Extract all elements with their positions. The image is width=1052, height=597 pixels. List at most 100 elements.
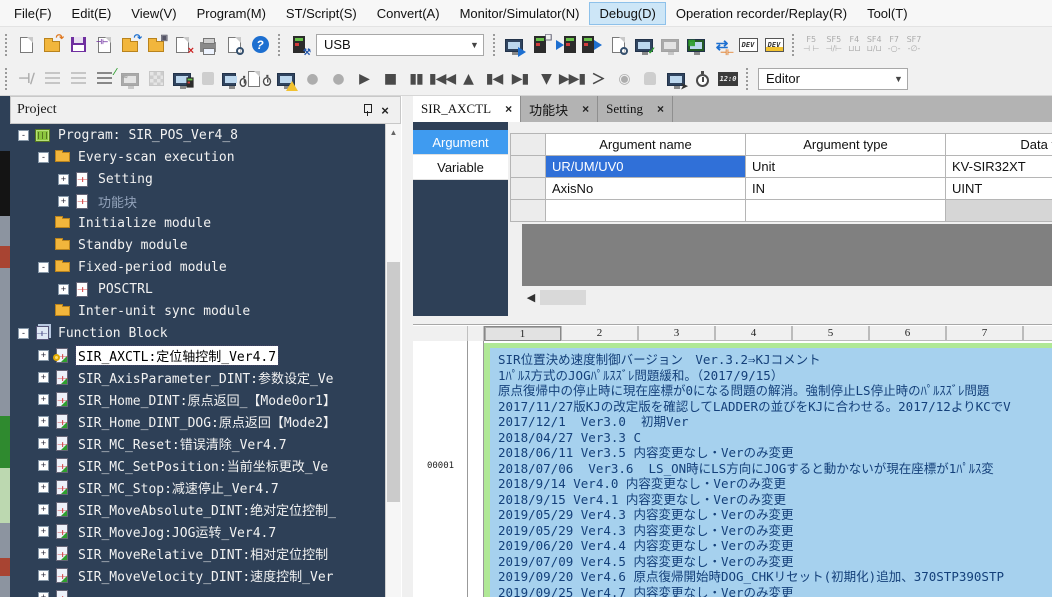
device-all-window-icon[interactable]: DEV: [762, 33, 786, 57]
tree-item[interactable]: +SIR_MC_Reset:错误清除_Ver4.7: [10, 432, 401, 454]
draw-line-icon[interactable]: ⊣∕: [14, 67, 38, 91]
expander-icon[interactable]: +: [38, 548, 49, 559]
tree-item[interactable]: +SIR_MC_Stop:减速停止_Ver4.7: [10, 476, 401, 498]
tree-item[interactable]: +SIR_MoveJog:JOG运转_Ver4.7: [10, 520, 401, 542]
editor-mode-select[interactable]: Editor▼: [758, 68, 908, 90]
step-up-icon[interactable]: ▲: [456, 67, 480, 91]
step-back-icon[interactable]: ▮◀: [482, 67, 506, 91]
menu-item-operation-recorder-replay-r-[interactable]: Operation recorder/Replay(R): [666, 2, 857, 25]
row-selector[interactable]: [510, 156, 546, 178]
expander-icon[interactable]: -: [18, 130, 29, 141]
table-cell[interactable]: UR/UM/UV0: [546, 156, 746, 178]
tree-item[interactable]: +SIR_Home_DINT:原点返回_【Mode0or1】: [10, 388, 401, 410]
table-horizontal-scrollbar[interactable]: ◀: [522, 288, 1052, 307]
tree-item[interactable]: -Every-scan execution: [10, 146, 401, 168]
usb-connect-icon[interactable]: ⚒: [287, 33, 311, 57]
scroll-up-icon[interactable]: ▲: [386, 124, 401, 140]
tree-item[interactable]: +POSCTRL: [10, 278, 401, 300]
tree-item[interactable]: -Function Block: [10, 322, 401, 344]
menu-item-program-m-[interactable]: Program(M): [187, 2, 276, 25]
instruction-key-f7[interactable]: F7-○-: [888, 36, 901, 54]
instruction-key-f4[interactable]: F4⊔⊔: [848, 36, 860, 54]
tree-item[interactable]: +SIR_MC_SetPosition:当前坐标更改_Ve: [10, 454, 401, 476]
tree-item[interactable]: +SIR_MoveRelative_DINT:相对定位控制: [10, 542, 401, 564]
tab-close-icon[interactable]: ×: [657, 102, 664, 116]
toolbar-grip[interactable]: [3, 34, 10, 56]
expander-icon[interactable]: +: [38, 482, 49, 493]
ladder-column-5[interactable]: 5: [792, 326, 869, 341]
close-icon[interactable]: ×: [376, 101, 394, 119]
ladder-comment-row[interactable]: SIR位置決め速度制御バージョン Ver.3.2⇒KJコメント1ﾊﾟﾙｽ方式のJ…: [484, 343, 1052, 597]
expander-icon[interactable]: -: [38, 152, 49, 163]
monitor-mode-icon[interactable]: ▦: [684, 33, 708, 57]
record-alt-icon[interactable]: ●: [326, 67, 350, 91]
stop-icon[interactable]: ■: [378, 67, 402, 91]
tree-item[interactable]: -Program: SIR_POS_Ver4_8: [10, 124, 401, 146]
expander-icon[interactable]: -: [38, 262, 49, 273]
open-project-icon[interactable]: ↷: [40, 33, 64, 57]
pin-icon[interactable]: [358, 101, 376, 119]
menu-item-tool-t-[interactable]: Tool(T): [857, 2, 917, 25]
tab-sir_axctl[interactable]: SIR_AXCTL×: [413, 96, 521, 122]
transfer-to-plc-icon[interactable]: [502, 33, 526, 57]
tab--[interactable]: 功能块×: [521, 96, 598, 122]
table-cell[interactable]: [746, 200, 946, 222]
skip-end-icon[interactable]: ▶▶▮: [560, 67, 584, 91]
pause-icon[interactable]: ▮▮: [404, 67, 428, 91]
trace-icon[interactable]: [248, 67, 272, 91]
step-down-icon[interactable]: ▼: [534, 67, 558, 91]
tree-item[interactable]: +: [10, 586, 401, 597]
table-cell[interactable]: IN: [746, 178, 946, 200]
rung-comment-block[interactable]: SIR位置決め速度制御バージョン Ver.3.2⇒KJコメント1ﾊﾟﾙｽ方式のJ…: [490, 348, 1052, 597]
ladder-column-8[interactable]: 8: [1023, 326, 1052, 341]
ladder-column-1[interactable]: 1: [484, 326, 561, 341]
expander-icon[interactable]: +: [58, 284, 69, 295]
read-folder-icon[interactable]: ↷: [118, 33, 142, 57]
expander-icon[interactable]: +: [38, 592, 49, 597]
skip-start-icon[interactable]: ▮◀◀: [430, 67, 454, 91]
expander-icon[interactable]: +: [38, 460, 49, 471]
record-icon[interactable]: ●: [300, 67, 324, 91]
expander-icon[interactable]: +: [38, 416, 49, 427]
edit-comment-list-icon[interactable]: ∕: [92, 67, 116, 91]
menu-item-st-script-s-[interactable]: ST/Script(S): [276, 2, 367, 25]
read-from-plc-icon[interactable]: [554, 33, 578, 57]
expander-icon[interactable]: +: [38, 372, 49, 383]
plc-offline-icon[interactable]: [658, 33, 682, 57]
option-list-icon[interactable]: [66, 67, 90, 91]
toolbar-grip[interactable]: [276, 34, 283, 56]
close-ladder-icon[interactable]: ×: [170, 33, 194, 57]
table-cell[interactable]: Unit: [746, 156, 946, 178]
scrollbar-thumb[interactable]: [540, 290, 586, 305]
ladder-column-2[interactable]: 2: [561, 326, 638, 341]
verify-program-icon[interactable]: [606, 33, 630, 57]
3d-monitor-icon[interactable]: [196, 67, 220, 91]
side-tab-argument[interactable]: Argument: [413, 130, 508, 155]
ladder-column-3[interactable]: 3: [638, 326, 715, 341]
editor-mode-icon[interactable]: ✓: [632, 33, 656, 57]
monitor-cursor-icon[interactable]: ➤: [664, 67, 688, 91]
expander-icon[interactable]: +: [38, 438, 49, 449]
menu-item-convert-a-[interactable]: Convert(A): [367, 2, 450, 25]
menu-item-view-v-[interactable]: View(V): [121, 2, 186, 25]
row-selector[interactable]: [510, 200, 546, 222]
ladder-monitor-icon[interactable]: ∞: [118, 67, 142, 91]
step-over-icon[interactable]: ＞: [586, 67, 610, 91]
instruction-key-sf4[interactable]: SF4⊔/⊔: [867, 36, 882, 54]
scroll-left-icon[interactable]: ◀: [522, 289, 540, 306]
mnemonic-list-icon[interactable]: [40, 67, 64, 91]
toolbar-grip[interactable]: [491, 34, 498, 56]
step-forward-icon[interactable]: ▶▮: [508, 67, 532, 91]
table-row[interactable]: [510, 200, 1052, 222]
instruction-key-f5[interactable]: F5⊣ ⊢: [803, 36, 819, 54]
tree-item[interactable]: Initialize module: [10, 212, 401, 234]
print-preview-icon[interactable]: [222, 33, 246, 57]
pause-hand-icon[interactable]: [638, 67, 662, 91]
toolbar-grip[interactable]: [744, 68, 751, 90]
table-row[interactable]: AxisNoINUINT: [510, 178, 1052, 200]
table-row[interactable]: UR/UM/UV0UnitKV-SIR32XT: [510, 156, 1052, 178]
tab-setting[interactable]: Setting×: [598, 96, 673, 122]
row-selector[interactable]: [510, 178, 546, 200]
new-project-icon[interactable]: [14, 33, 38, 57]
menu-item-debug-d-[interactable]: Debug(D): [589, 2, 665, 25]
